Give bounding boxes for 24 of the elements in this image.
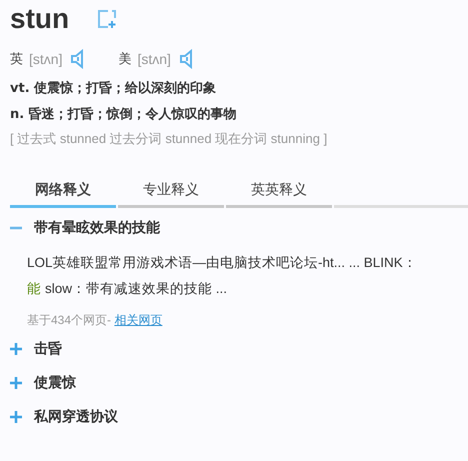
expand-icon[interactable] xyxy=(10,342,24,356)
phonetic-text: [stʌn] xyxy=(137,51,171,67)
highlighted-term: 能 xyxy=(27,280,41,298)
tab[interactable]: 专业释义 xyxy=(118,174,224,208)
sense-title: 击昏 xyxy=(34,340,62,358)
phonetic-text: [stʌn] xyxy=(29,51,62,67)
tab[interactable]: 网络释义 xyxy=(10,174,116,208)
definition-text: n. 昏迷；打昏；惊倒；令人惊叹的事物 xyxy=(10,106,238,124)
sense-title: 使震惊 xyxy=(34,374,76,392)
speaker-icon[interactable] xyxy=(178,49,195,69)
sense-title: 私网穿透协议 xyxy=(34,408,118,426)
region-label: 美 xyxy=(118,51,132,68)
headword: stun xyxy=(10,3,70,35)
source-count-text: 基于434个网页- xyxy=(27,313,112,327)
add-to-wordbook-icon[interactable] xyxy=(97,9,118,29)
expand-icon[interactable] xyxy=(10,376,24,390)
sense-title: 带有晕眩效果的技能 xyxy=(34,219,160,237)
tab[interactable]: 英英释义 xyxy=(226,174,332,208)
definition-text: vt. 使震惊；打昏；给以深刻的印象 xyxy=(10,80,218,98)
expand-icon[interactable] xyxy=(10,410,24,424)
example-text: slow：带有减速效果的技能 ... xyxy=(45,280,228,298)
word-forms-text: [ 过去式 stunned 过去分词 stunned 现在分词 stunning ] xyxy=(10,130,328,148)
example-text: LOL英雄联盟常用游戏术语—由电脑技术吧论坛-ht... ... BLINK： xyxy=(27,254,418,272)
region-label: 英 xyxy=(10,51,23,68)
